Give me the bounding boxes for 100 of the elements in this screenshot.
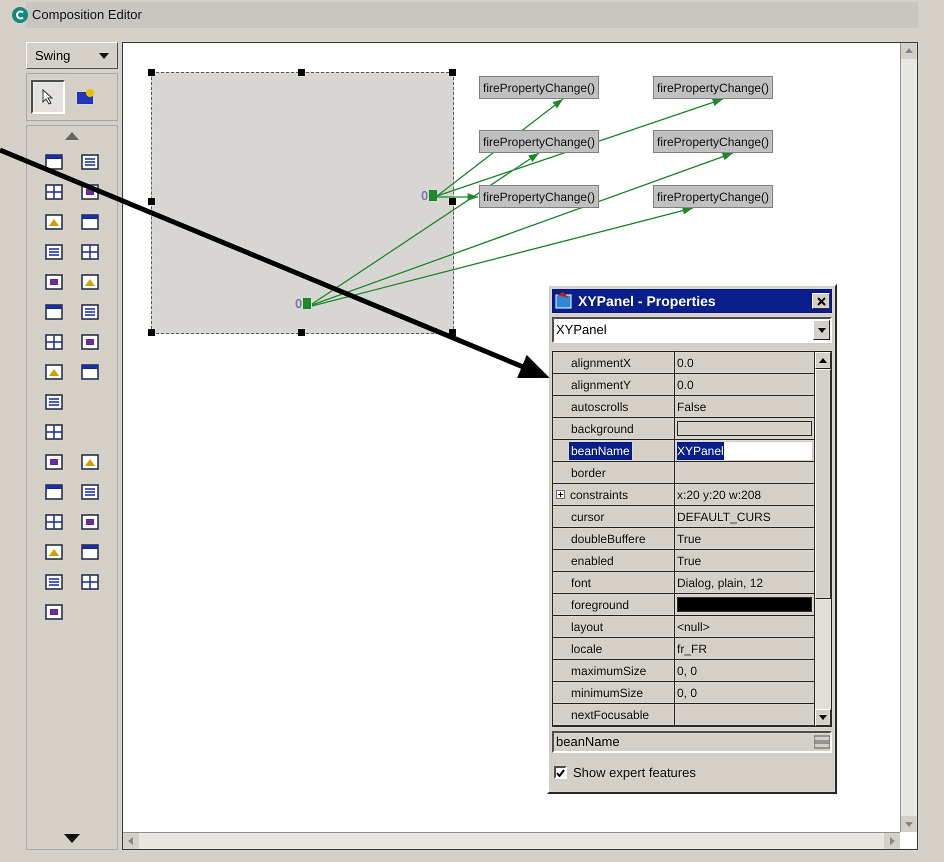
xy-panel[interactable] xyxy=(151,72,454,334)
expert-features-checkbox[interactable] xyxy=(554,766,567,780)
property-value: fr_FR xyxy=(677,640,707,658)
method-node[interactable]: firePropertyChange() xyxy=(479,130,600,153)
widget-icon[interactable] xyxy=(45,154,63,170)
resize-handle[interactable] xyxy=(148,329,155,336)
widget-icon[interactable] xyxy=(81,334,99,350)
widget-icon[interactable] xyxy=(45,424,63,440)
resize-handle[interactable] xyxy=(449,69,456,76)
property-name[interactable]: maximumSize xyxy=(569,662,648,680)
splitter-icon[interactable] xyxy=(814,735,830,749)
widget-icon[interactable] xyxy=(81,154,99,170)
property-name[interactable]: cursor xyxy=(569,508,606,526)
property-value: <null> xyxy=(677,618,710,636)
resize-handle[interactable] xyxy=(298,69,305,76)
widget-icon[interactable] xyxy=(45,304,63,320)
property-name[interactable]: beanName xyxy=(569,442,632,460)
pointer-tool[interactable] xyxy=(31,80,65,114)
property-edit-field[interactable]: XYPanel xyxy=(677,442,812,460)
app-logo-icon xyxy=(12,7,28,23)
method-node[interactable]: firePropertyChange() xyxy=(653,76,774,99)
color-swatch[interactable] xyxy=(677,597,812,612)
expand-icon[interactable] xyxy=(556,490,565,499)
widget-icon[interactable] xyxy=(45,544,63,560)
method-node[interactable]: firePropertyChange() xyxy=(479,185,600,208)
property-name[interactable]: layout xyxy=(569,618,606,636)
close-icon xyxy=(816,296,826,306)
widget-icon[interactable] xyxy=(45,334,63,350)
up-arrow-icon xyxy=(819,358,827,363)
widget-icon[interactable] xyxy=(45,574,63,590)
widget-icon[interactable] xyxy=(45,274,63,290)
method-node[interactable]: firePropertyChange() xyxy=(653,130,774,153)
widget-icon[interactable] xyxy=(81,304,99,320)
property-value: 0, 0 xyxy=(677,684,698,702)
widget-icon[interactable] xyxy=(45,214,63,230)
connection-anchor[interactable] xyxy=(303,298,312,309)
widget-icon[interactable] xyxy=(81,574,99,590)
vertical-scrollbar[interactable] xyxy=(814,352,831,726)
property-value: Dialog, plain, 12 xyxy=(677,574,764,592)
dropdown-arrow-icon xyxy=(99,52,109,58)
widget-icon[interactable] xyxy=(81,214,99,230)
category-dropdown[interactable]: Swing xyxy=(26,42,118,69)
scroll-thumb[interactable] xyxy=(815,369,831,599)
widget-icon[interactable] xyxy=(45,184,63,200)
property-name-field[interactable]: beanName xyxy=(552,731,832,753)
widget-icon[interactable] xyxy=(81,454,99,470)
method-node[interactable]: firePropertyChange() xyxy=(479,76,600,99)
widget-icon[interactable] xyxy=(45,394,63,410)
property-name[interactable]: font xyxy=(569,574,594,592)
widget-icon[interactable] xyxy=(45,514,63,530)
property-name[interactable]: nextFocusable xyxy=(569,706,652,724)
bean-selector[interactable]: XYPanel xyxy=(552,317,832,343)
property-value: True xyxy=(677,530,702,548)
widget-icon[interactable] xyxy=(45,364,63,380)
property-value: 0, 0 xyxy=(677,662,698,680)
widget-icon[interactable] xyxy=(45,244,63,260)
scroll-up-icon[interactable] xyxy=(65,132,79,140)
property-name[interactable]: autoscrolls xyxy=(569,398,630,416)
property-value: 0.0 xyxy=(677,376,694,394)
scroll-up-button[interactable] xyxy=(815,352,831,369)
property-name[interactable]: minimumSize xyxy=(569,684,646,702)
property-name[interactable]: alignmentY xyxy=(569,376,634,394)
window-title: Composition Editor xyxy=(32,6,142,24)
resize-handle[interactable] xyxy=(148,198,155,205)
property-name[interactable]: enabled xyxy=(569,552,616,570)
widget-icon[interactable] xyxy=(81,514,99,530)
expert-features-label: Show expert features xyxy=(573,764,696,782)
property-name[interactable]: background xyxy=(569,420,636,438)
widget-icon[interactable] xyxy=(45,454,63,470)
widget-icon[interactable] xyxy=(81,274,99,290)
color-swatch[interactable] xyxy=(677,421,812,436)
bean-icon xyxy=(76,88,96,106)
widget-icon[interactable] xyxy=(81,364,99,380)
property-name[interactable]: doubleBuffere xyxy=(569,530,648,548)
property-value: x:20 y:20 w:208 xyxy=(677,486,762,504)
property-value: True xyxy=(677,552,702,570)
resize-handle[interactable] xyxy=(449,198,456,205)
widget-icon[interactable] xyxy=(81,484,99,500)
property-name[interactable]: foreground xyxy=(569,596,632,614)
widget-icon[interactable] xyxy=(45,604,63,620)
dropdown-button[interactable] xyxy=(813,320,830,340)
property-name[interactable]: alignmentX xyxy=(569,354,634,372)
scroll-down-icon[interactable] xyxy=(64,834,80,843)
resize-handle[interactable] xyxy=(298,329,305,336)
property-name[interactable]: constraints xyxy=(568,486,630,504)
cursor-arrow-icon xyxy=(42,89,54,105)
property-name[interactable]: locale xyxy=(569,640,604,658)
widget-icon[interactable] xyxy=(45,484,63,500)
method-node[interactable]: firePropertyChange() xyxy=(653,185,774,208)
scroll-down-button[interactable] xyxy=(815,709,831,726)
close-button[interactable] xyxy=(812,293,830,309)
widget-icon[interactable] xyxy=(81,544,99,560)
resize-handle[interactable] xyxy=(148,69,155,76)
property-name[interactable]: border xyxy=(569,464,608,482)
connection-anchor[interactable] xyxy=(429,190,438,201)
widget-icon[interactable] xyxy=(81,244,99,260)
property-name-field-value: beanName xyxy=(556,733,620,752)
anchor-label: 0 xyxy=(421,189,428,202)
property-value: 0.0 xyxy=(677,354,694,372)
dropdown-arrow-icon xyxy=(818,328,826,332)
